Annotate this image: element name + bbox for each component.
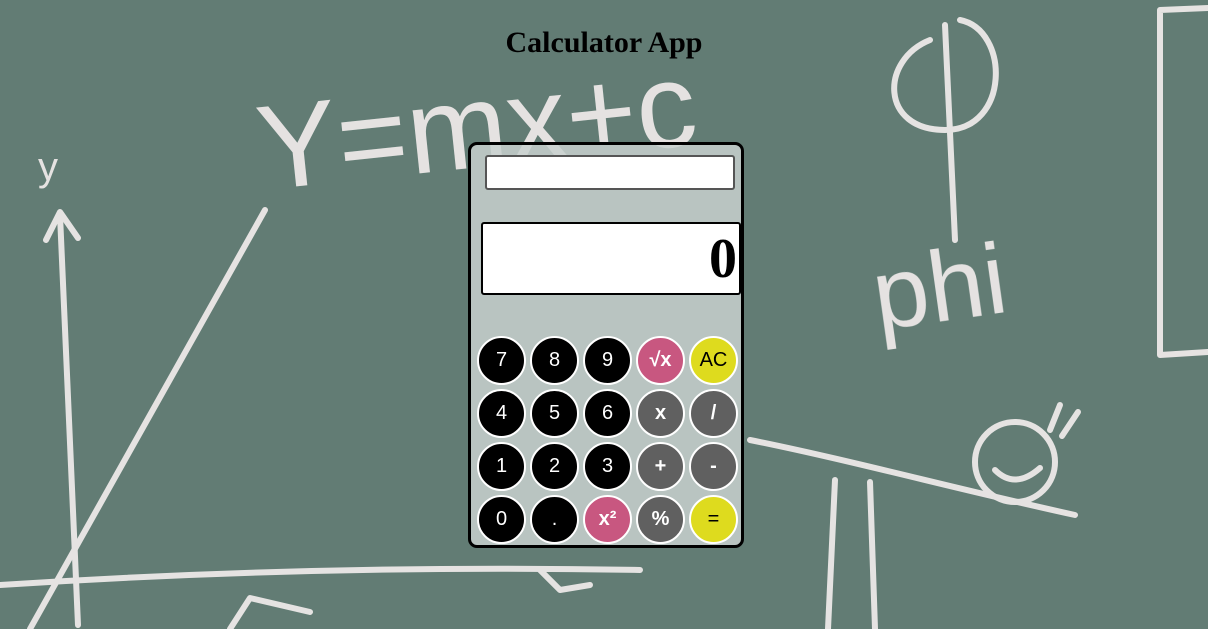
all-clear-button[interactable]: AC: [689, 336, 738, 385]
calculator: 0 7 8 9 √x AC 4 5 6 x/ 1 2 3 + - 0. x²% =: [468, 142, 744, 548]
keypad: 7 8 9 √x AC 4 5 6 x/ 1 2 3 + - 0. x²% =: [477, 336, 741, 544]
percent-button[interactable]: %: [636, 495, 685, 544]
key-4[interactable]: 4: [477, 389, 526, 438]
chalk-seesaw-post-right: [867, 479, 878, 629]
key-3[interactable]: 3: [583, 442, 632, 491]
expression-input[interactable]: [485, 155, 735, 190]
chalk-bottom-figure: [537, 567, 593, 593]
key-7[interactable]: 7: [477, 336, 526, 385]
chalk-smiley-face: [972, 419, 1058, 505]
key-2[interactable]: 2: [530, 442, 579, 491]
multiply-button[interactable]: x: [636, 389, 685, 438]
add-button[interactable]: +: [636, 442, 685, 491]
square-root-button[interactable]: √x: [636, 336, 685, 385]
chalk-seesaw-post-left: [825, 477, 838, 629]
result-display: 0: [481, 222, 741, 295]
key-5[interactable]: 5: [530, 389, 579, 438]
key-8[interactable]: 8: [530, 336, 579, 385]
page-title: Calculator App: [505, 26, 703, 60]
subtract-button[interactable]: -: [689, 442, 738, 491]
chalk-smiley-hair: [1047, 402, 1081, 439]
chalk-phi-word: phi: [865, 222, 1013, 351]
square-button[interactable]: x²: [583, 495, 632, 544]
key-1[interactable]: 1: [477, 442, 526, 491]
decimal-button[interactable]: .: [530, 495, 579, 544]
equals-button[interactable]: =: [689, 495, 738, 544]
chalk-bottom-shape: [227, 595, 313, 629]
key-9[interactable]: 9: [583, 336, 632, 385]
divide-button[interactable]: /: [689, 389, 738, 438]
chalk-y-label: y: [38, 145, 58, 189]
chalk-smiley-mouth: [992, 465, 1043, 483]
key-0[interactable]: 0: [477, 495, 526, 544]
key-6[interactable]: 6: [583, 389, 632, 438]
